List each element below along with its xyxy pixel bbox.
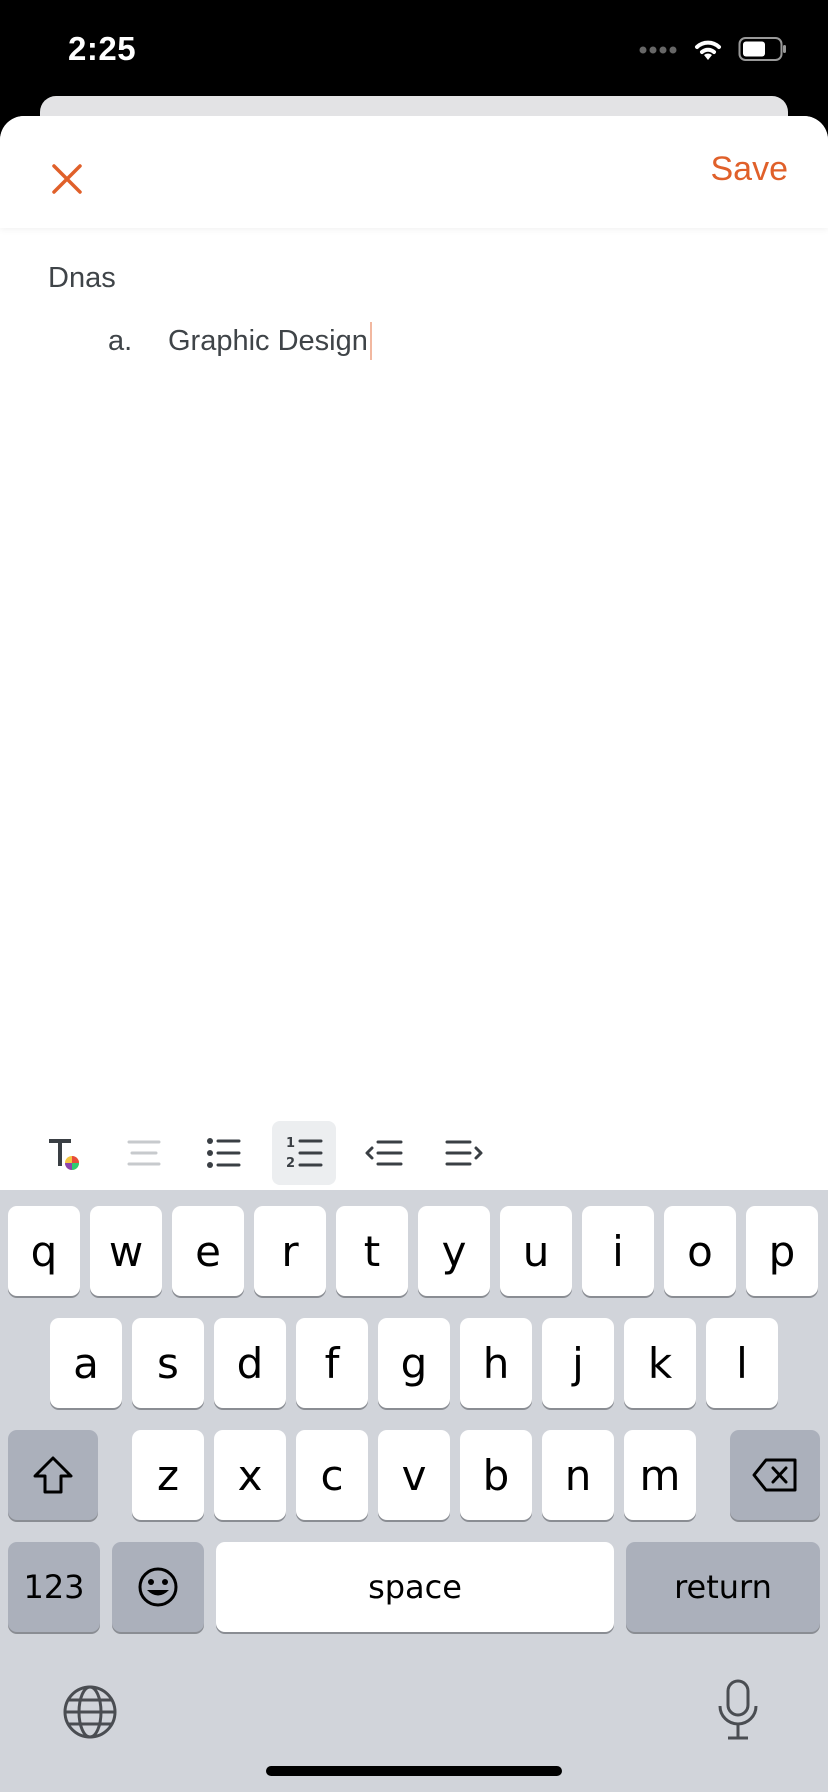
- space-key[interactable]: space: [216, 1542, 614, 1632]
- numbered-list-button[interactable]: 1 2: [272, 1121, 336, 1185]
- close-button[interactable]: [40, 152, 94, 206]
- indent-icon: [445, 1140, 483, 1166]
- indent-button[interactable]: [432, 1121, 496, 1185]
- key-o[interactable]: o: [664, 1206, 736, 1296]
- key-w[interactable]: w: [90, 1206, 162, 1296]
- key-m[interactable]: m: [624, 1430, 696, 1520]
- emoji-key[interactable]: [112, 1542, 204, 1632]
- key-a[interactable]: a: [50, 1318, 122, 1408]
- keyboard: q w e r t y u i o p a s d f g h j k l z …: [0, 1190, 828, 1792]
- svg-text:2: 2: [286, 1156, 295, 1171]
- outdent-button[interactable]: [352, 1121, 416, 1185]
- key-c[interactable]: c: [296, 1430, 368, 1520]
- align-icon: [127, 1140, 161, 1166]
- key-h[interactable]: h: [460, 1318, 532, 1408]
- key-l[interactable]: l: [706, 1318, 778, 1408]
- key-q[interactable]: q: [8, 1206, 80, 1296]
- key-n[interactable]: n: [542, 1430, 614, 1520]
- text-style-button[interactable]: [32, 1121, 96, 1185]
- list-item[interactable]: a. Graphic Design: [108, 322, 372, 360]
- signal-icon: [638, 42, 678, 60]
- status-icons: [638, 36, 788, 66]
- status-bar: 2:25: [0, 0, 828, 100]
- key-f[interactable]: f: [296, 1318, 368, 1408]
- home-indicator: [266, 1766, 562, 1776]
- dictation-button[interactable]: [714, 1678, 762, 1742]
- key-z[interactable]: z: [132, 1430, 204, 1520]
- key-x[interactable]: x: [214, 1430, 286, 1520]
- align-button[interactable]: [112, 1121, 176, 1185]
- status-time: 2:25: [68, 30, 137, 67]
- key-k[interactable]: k: [624, 1318, 696, 1408]
- format-toolbar: 1 2: [0, 1116, 828, 1190]
- key-e[interactable]: e: [172, 1206, 244, 1296]
- shift-key[interactable]: [8, 1430, 98, 1520]
- key-j[interactable]: j: [542, 1318, 614, 1408]
- save-button[interactable]: Save: [711, 150, 789, 189]
- key-g[interactable]: g: [378, 1318, 450, 1408]
- key-s[interactable]: s: [132, 1318, 204, 1408]
- globe-icon: [63, 1685, 117, 1739]
- globe-button[interactable]: [62, 1684, 118, 1740]
- key-i[interactable]: i: [582, 1206, 654, 1296]
- emoji-icon: [138, 1567, 178, 1607]
- key-d[interactable]: d: [214, 1318, 286, 1408]
- key-u[interactable]: u: [500, 1206, 572, 1296]
- key-v[interactable]: v: [378, 1430, 450, 1520]
- bullet-list-button[interactable]: [192, 1121, 256, 1185]
- key-b[interactable]: b: [460, 1430, 532, 1520]
- text-caret: [369, 322, 372, 360]
- return-key[interactable]: return: [626, 1542, 820, 1632]
- list-marker: a.: [108, 324, 133, 357]
- key-p[interactable]: p: [746, 1206, 818, 1296]
- list-item-text: Graphic Design: [168, 324, 368, 357]
- numbers-key[interactable]: 123: [8, 1542, 100, 1632]
- numbered-list-icon: 1 2: [286, 1136, 323, 1171]
- nav-bar: Save: [0, 116, 828, 228]
- bullet-list-icon: [207, 1138, 241, 1168]
- wifi-icon: [692, 36, 724, 67]
- battery-icon: [738, 36, 788, 67]
- svg-text:1: 1: [286, 1136, 295, 1151]
- backspace-icon: [752, 1458, 797, 1492]
- outdent-icon: [365, 1140, 403, 1166]
- backspace-key[interactable]: [730, 1430, 820, 1520]
- close-icon: [52, 164, 82, 194]
- key-t[interactable]: t: [336, 1206, 408, 1296]
- key-r[interactable]: r: [254, 1206, 326, 1296]
- key-y[interactable]: y: [418, 1206, 490, 1296]
- doc-line[interactable]: Dnas: [48, 262, 116, 295]
- shift-icon: [33, 1456, 73, 1494]
- microphone-icon: [718, 1679, 758, 1740]
- text-style-icon: [49, 1139, 79, 1170]
